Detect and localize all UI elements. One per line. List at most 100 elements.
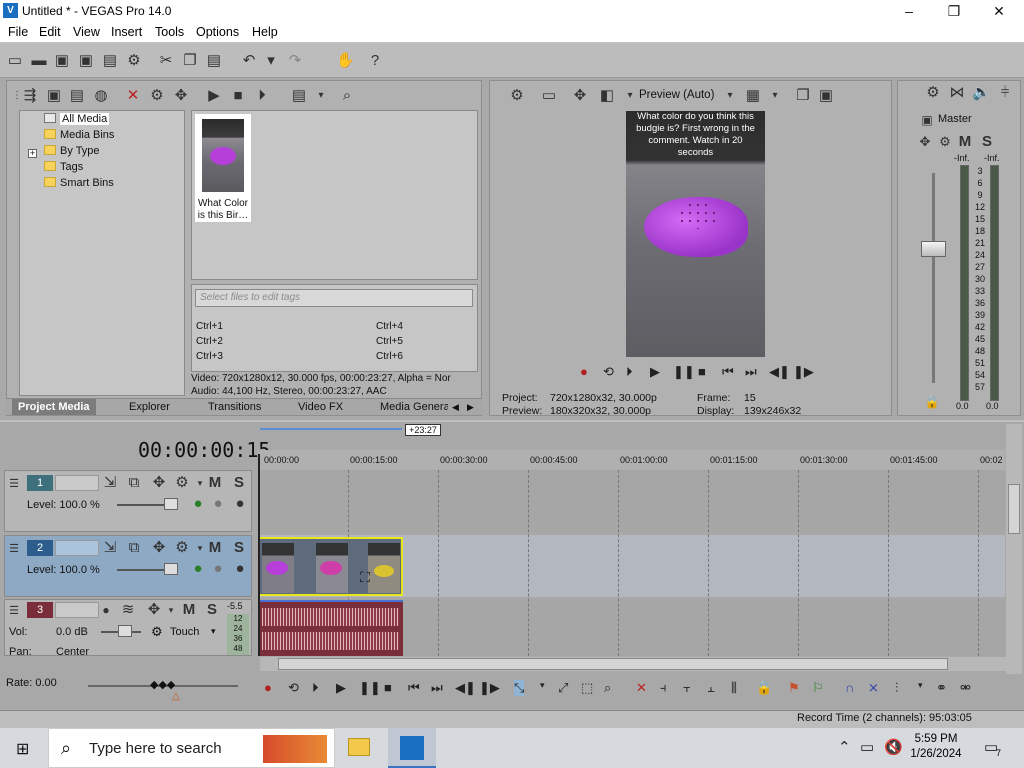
trim-start-icon[interactable]: ⫟ xyxy=(683,680,691,696)
insert-marker-icon[interactable]: ⚑ xyxy=(788,680,800,696)
time-ruler[interactable]: 00:00:00 00:00:15:00 00:00:30:00 00:00:4… xyxy=(258,450,1005,470)
track-fx-icon[interactable]: ✥ xyxy=(145,601,163,619)
minimize-button[interactable]: – xyxy=(886,0,932,22)
previous-frame-icon[interactable]: ◀❚ xyxy=(769,364,790,380)
video-frame[interactable]: What color do you think this budgie is? … xyxy=(626,111,765,357)
downmix-icon[interactable]: ⋈ xyxy=(948,84,966,102)
tab-scroll-left-icon[interactable]: ◀ xyxy=(452,399,459,415)
play-from-start-icon[interactable]: ⏵ xyxy=(312,680,319,696)
arm-record-icon[interactable]: ● xyxy=(97,601,115,619)
selection-tool-icon[interactable]: ⬚ xyxy=(581,680,593,696)
next-frame-icon[interactable]: ❚▶ xyxy=(793,364,814,380)
master-properties-gear-icon[interactable]: ⚙ xyxy=(924,84,942,102)
auto-ripple-icon[interactable]: ⫶ xyxy=(895,680,898,696)
tab-scroll-right-icon[interactable]: ▶ xyxy=(467,399,474,415)
tab-video-fx[interactable]: Video FX xyxy=(298,399,343,415)
properties-gear-icon[interactable]: ⚙ xyxy=(125,52,143,70)
network-icon[interactable]: ▭ xyxy=(860,738,874,756)
track-fx-icon[interactable]: ✥ xyxy=(150,474,168,492)
volume-muted-icon[interactable]: 🔇 xyxy=(884,738,903,756)
next-frame-icon[interactable]: ❚▶ xyxy=(479,680,500,696)
tree-item-by-type[interactable]: By Type xyxy=(44,143,100,159)
lock-event-icon[interactable]: 🔒 xyxy=(756,680,772,696)
track-fx-icon[interactable]: ✥ xyxy=(150,539,168,557)
save-icon[interactable]: ▣ xyxy=(53,52,71,70)
compositing-child-icon[interactable]: ● xyxy=(231,560,249,578)
tree-item-tags[interactable]: Tags xyxy=(44,159,83,175)
views-dropdown-icon[interactable]: ▾ xyxy=(312,87,330,105)
compositing-parent-icon[interactable]: ● xyxy=(209,495,227,513)
whats-this-help-icon[interactable]: ? xyxy=(366,52,384,70)
minimize-track-icon[interactable]: ☰ xyxy=(5,475,23,493)
menu-file[interactable]: File xyxy=(8,25,28,39)
paste-icon[interactable]: ▤ xyxy=(205,52,223,70)
go-to-end-icon[interactable]: ⏭ xyxy=(431,680,443,696)
loop-playback-icon[interactable]: ⟲ xyxy=(288,680,299,696)
normal-edit-tool-icon[interactable]: ⤡ xyxy=(514,680,525,696)
stop-icon[interactable]: ■ xyxy=(698,364,706,379)
render-icon[interactable]: ▤ xyxy=(101,52,119,70)
compositing-parent-icon[interactable]: ● xyxy=(209,560,227,578)
minimize-track-icon[interactable]: ☰ xyxy=(5,602,23,620)
composite-mode-icon[interactable]: ● xyxy=(189,495,207,513)
tab-project-media[interactable]: Project Media xyxy=(12,399,96,415)
minimize-track-icon[interactable]: ☰ xyxy=(5,540,23,558)
search-icon[interactable]: ⌕ xyxy=(338,87,356,105)
tree-item-media-bins[interactable]: Media Bins xyxy=(44,127,114,143)
play-from-start-icon[interactable]: ⏵ xyxy=(626,364,633,380)
previous-frame-icon[interactable]: ◀❚ xyxy=(455,680,476,696)
media-thumbnail[interactable]: What Color is this Bir… xyxy=(195,114,251,222)
track-fx-dropdown-icon[interactable]: ▾ xyxy=(162,601,180,619)
undo-icon[interactable]: ↶ xyxy=(240,52,258,70)
track-name-field[interactable] xyxy=(55,602,99,618)
record-icon[interactable]: ● xyxy=(264,680,272,695)
taskbar-clock[interactable]: 5:59 PM 1/26/2024 xyxy=(904,732,968,762)
trim-end-icon[interactable]: ⫠ xyxy=(707,680,715,696)
enable-snapping-icon[interactable]: ✋ xyxy=(336,52,355,70)
tree-item-smart-bins[interactable]: Smart Bins xyxy=(44,175,114,191)
volume-slider-knob[interactable] xyxy=(118,625,132,637)
web-globe-icon[interactable]: ◍ xyxy=(92,87,110,105)
auto-ripple-dropdown-icon[interactable]: ▾ xyxy=(918,680,923,691)
copy-snapshot-icon[interactable]: ❐ xyxy=(794,87,812,105)
split-screen-icon[interactable]: ◧ xyxy=(598,87,616,105)
split-icon[interactable]: ⫼ xyxy=(731,680,737,696)
master-solo-button[interactable]: S xyxy=(978,133,996,151)
track-header-3[interactable]: ☰ 3 ● ≋ ✥ ▾ M S -5.5 12 24 36 48 Vol: 0.… xyxy=(4,599,252,656)
track-header-2[interactable]: ☰ 2 ⇲ ⧉ ✥ ⚙ ▾ M S Level: 100.0 % ● ● ● xyxy=(4,535,252,597)
play-icon[interactable]: ▶ xyxy=(336,680,346,696)
taskbar-search[interactable]: ⌕ Type here to search xyxy=(48,728,335,768)
trim-icon[interactable]: ⫞ xyxy=(660,680,667,696)
track-name-field[interactable] xyxy=(55,475,99,491)
pause-icon[interactable]: ❚❚ xyxy=(673,364,695,380)
auto-crossfade-icon[interactable]: ⨯ xyxy=(868,680,879,696)
track-composite-icon[interactable]: ⧉ xyxy=(125,474,143,492)
play-icon[interactable]: ▶ xyxy=(650,364,660,380)
menu-edit[interactable]: Edit xyxy=(39,25,61,39)
go-to-start-icon[interactable]: ⏮ xyxy=(722,364,734,380)
master-fx-chain-icon[interactable]: ⚙ xyxy=(936,133,954,151)
tree-item-all-media[interactable]: All Media xyxy=(44,111,110,127)
go-to-start-icon[interactable]: ⏮ xyxy=(408,680,420,696)
track-settings-gear-icon[interactable]: ⚙ xyxy=(173,539,191,557)
capture-video-icon[interactable]: ▣ xyxy=(45,87,63,105)
preview-quality-dropdown-icon[interactable]: ▾ xyxy=(721,87,739,105)
maximize-button[interactable]: ❐ xyxy=(931,0,977,22)
track-mute-button[interactable]: M xyxy=(180,601,198,619)
overlays-grid-icon[interactable]: ▦ xyxy=(744,87,762,105)
master-mute-button[interactable]: M xyxy=(956,133,974,151)
zoom-tool-icon[interactable]: ⌕ xyxy=(604,680,611,696)
go-to-end-icon[interactable]: ⏭ xyxy=(745,364,757,380)
track-settings-gear-icon[interactable]: ⚙ xyxy=(173,474,191,492)
tab-media-generators[interactable]: Media Generat xyxy=(380,399,448,415)
lock-envelopes-icon[interactable]: ⚭ xyxy=(936,680,947,696)
show-hidden-icons-icon[interactable]: ⌃ xyxy=(838,738,851,756)
undo-dropdown-icon[interactable]: ▾ xyxy=(262,52,280,70)
audio-event[interactable] xyxy=(258,600,403,656)
auto-preview-icon[interactable]: ✥ xyxy=(172,87,190,105)
level-slider-knob[interactable] xyxy=(164,563,178,575)
event-pan-crop-icon[interactable]: ⛶ xyxy=(360,569,370,586)
loop-region-bar[interactable] xyxy=(260,428,402,430)
delete-icon[interactable]: ✕ xyxy=(636,680,647,696)
horizontal-scroll-thumb[interactable] xyxy=(278,658,948,670)
